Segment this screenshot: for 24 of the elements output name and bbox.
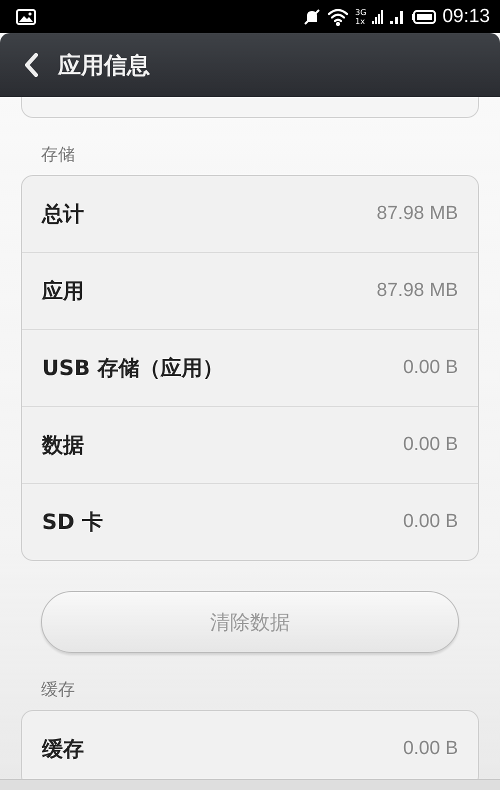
wifi-icon <box>327 8 350 26</box>
row-value: 87.98 MB <box>376 280 458 302</box>
row-value: 87.98 MB <box>376 203 458 225</box>
row-value: 0.00 B <box>403 738 458 760</box>
row-value: 0.00 B <box>403 434 458 456</box>
signal-icon <box>372 8 384 24</box>
row-label: 应用 <box>42 278 84 305</box>
clock-time: 09:13 <box>442 6 490 28</box>
row-label: SD 卡 <box>42 509 103 536</box>
muted-bell-icon <box>303 8 322 26</box>
section-header: 存储 <box>40 144 76 167</box>
row-label: USB 存储（应用） <box>42 355 224 382</box>
row-label: 缓存 <box>42 736 84 763</box>
network-label: 1x <box>355 16 366 26</box>
row-label: 数据 <box>42 432 84 459</box>
row-value: 0.00 B <box>403 511 458 533</box>
screen-title: 应用信息 <box>58 52 150 80</box>
network-label: 3G <box>355 8 366 16</box>
battery-icon <box>412 10 436 24</box>
image-icon <box>16 8 36 24</box>
row-value: 0.00 B <box>403 357 458 379</box>
row-label: 总计 <box>42 201 84 228</box>
back-icon[interactable] <box>22 52 40 78</box>
section-header: 缓存 <box>40 679 76 702</box>
